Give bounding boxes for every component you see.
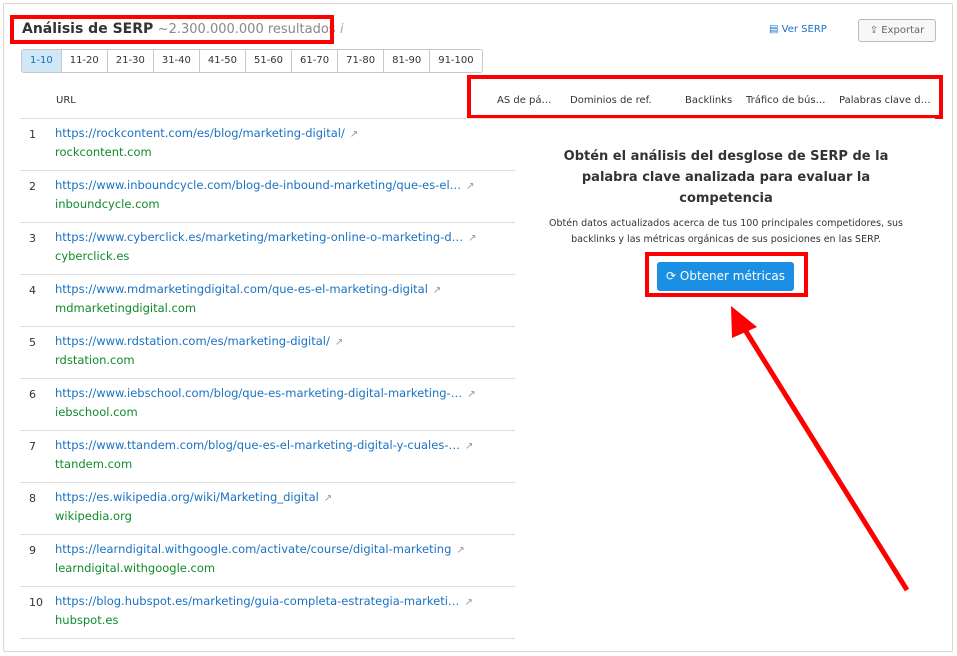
annotation-arrow: [731, 306, 910, 592]
